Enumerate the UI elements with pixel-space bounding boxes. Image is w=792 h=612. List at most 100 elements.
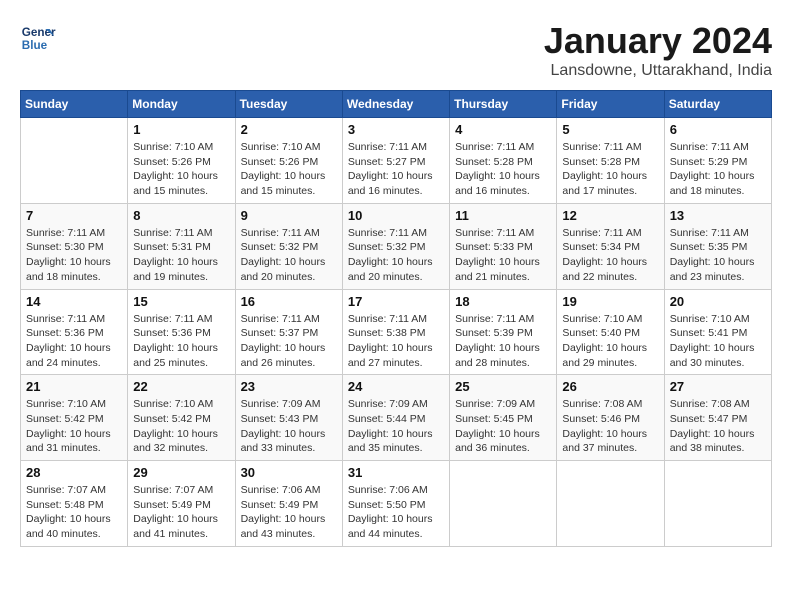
- weekday-header-cell: Saturday: [664, 91, 771, 118]
- calendar-cell: 17 Sunrise: 7:11 AM Sunset: 5:38 PM Dayli…: [342, 289, 449, 375]
- calendar-cell: 9 Sunrise: 7:11 AM Sunset: 5:32 PM Daylig…: [235, 203, 342, 289]
- day-number: 3: [348, 122, 444, 137]
- day-info: Sunrise: 7:11 AM Sunset: 5:32 PM Dayligh…: [348, 226, 444, 285]
- day-info: Sunrise: 7:11 AM Sunset: 5:33 PM Dayligh…: [455, 226, 551, 285]
- day-info: Sunrise: 7:11 AM Sunset: 5:27 PM Dayligh…: [348, 140, 444, 199]
- calendar-cell: 10 Sunrise: 7:11 AM Sunset: 5:32 PM Dayli…: [342, 203, 449, 289]
- day-info: Sunrise: 7:11 AM Sunset: 5:36 PM Dayligh…: [26, 312, 122, 371]
- day-number: 28: [26, 465, 122, 480]
- day-info: Sunrise: 7:11 AM Sunset: 5:38 PM Dayligh…: [348, 312, 444, 371]
- calendar-cell: 20Sunrise: 7:10 AM Sunset: 5:41 PM Dayli…: [664, 289, 771, 375]
- weekday-header-cell: Friday: [557, 91, 664, 118]
- calendar-cell: [664, 461, 771, 547]
- day-info: Sunrise: 7:10 AM Sunset: 5:42 PM Dayligh…: [133, 397, 229, 456]
- day-info: Sunrise: 7:11 AM Sunset: 5:36 PM Dayligh…: [133, 312, 229, 371]
- day-info: Sunrise: 7:09 AM Sunset: 5:45 PM Dayligh…: [455, 397, 551, 456]
- calendar-table: SundayMondayTuesdayWednesdayThursdayFrid…: [20, 90, 772, 547]
- calendar-cell: 5 Sunrise: 7:11 AM Sunset: 5:28 PM Daylig…: [557, 118, 664, 204]
- day-number: 25: [455, 379, 551, 394]
- weekday-header-cell: Monday: [128, 91, 235, 118]
- calendar-cell: 7Sunrise: 7:11 AM Sunset: 5:30 PM Daylig…: [21, 203, 128, 289]
- weekday-header-cell: Tuesday: [235, 91, 342, 118]
- calendar-cell: 11Sunrise: 7:11 AM Sunset: 5:33 PM Dayli…: [450, 203, 557, 289]
- title-block: January 2024 Lansdowne, Uttarakhand, Ind…: [544, 20, 772, 80]
- day-info: Sunrise: 7:11 AM Sunset: 5:31 PM Dayligh…: [133, 226, 229, 285]
- day-info: Sunrise: 7:11 AM Sunset: 5:29 PM Dayligh…: [670, 140, 766, 199]
- calendar-cell: 24 Sunrise: 7:09 AM Sunset: 5:44 PM Dayli…: [342, 375, 449, 461]
- calendar-cell: 19 Sunrise: 7:10 AM Sunset: 5:40 PM Dayli…: [557, 289, 664, 375]
- calendar-cell: 16Sunrise: 7:11 AM Sunset: 5:37 PM Dayli…: [235, 289, 342, 375]
- calendar-cell: 23Sunrise: 7:09 AM Sunset: 5:43 PM Dayli…: [235, 375, 342, 461]
- day-number: 4: [455, 122, 551, 137]
- day-number: 13: [670, 208, 766, 223]
- day-info: Sunrise: 7:11 AM Sunset: 5:37 PM Dayligh…: [241, 312, 337, 371]
- day-info: Sunrise: 7:09 AM Sunset: 5:44 PM Dayligh…: [348, 397, 444, 456]
- day-number: 8: [133, 208, 229, 223]
- logo-icon: General Blue: [20, 20, 56, 56]
- day-number: 23: [241, 379, 337, 394]
- day-info: Sunrise: 7:10 AM Sunset: 5:40 PM Dayligh…: [562, 312, 658, 371]
- calendar-cell: 31 Sunrise: 7:06 AM Sunset: 5:50 PM Dayli…: [342, 461, 449, 547]
- calendar-cell: 30 Sunrise: 7:06 AM Sunset: 5:49 PM Dayli…: [235, 461, 342, 547]
- calendar-cell: 29 Sunrise: 7:07 AM Sunset: 5:49 PM Dayli…: [128, 461, 235, 547]
- calendar-cell: 1Sunrise: 7:10 AM Sunset: 5:26 PM Daylig…: [128, 118, 235, 204]
- calendar-cell: 25 Sunrise: 7:09 AM Sunset: 5:45 PM Dayli…: [450, 375, 557, 461]
- calendar-cell: 15 Sunrise: 7:11 AM Sunset: 5:36 PM Dayli…: [128, 289, 235, 375]
- day-number: 19: [562, 294, 658, 309]
- calendar-cell: 27 Sunrise: 7:08 AM Sunset: 5:47 PM Dayli…: [664, 375, 771, 461]
- day-number: 1: [133, 122, 229, 137]
- calendar-cell: 28 Sunrise: 7:07 AM Sunset: 5:48 PM Dayli…: [21, 461, 128, 547]
- day-number: 10: [348, 208, 444, 223]
- day-info: Sunrise: 7:07 AM Sunset: 5:48 PM Dayligh…: [26, 483, 122, 542]
- calendar-week-row: 7Sunrise: 7:11 AM Sunset: 5:30 PM Daylig…: [21, 203, 772, 289]
- day-number: 17: [348, 294, 444, 309]
- day-info: Sunrise: 7:10 AM Sunset: 5:42 PM Dayligh…: [26, 397, 122, 456]
- day-number: 29: [133, 465, 229, 480]
- day-info: Sunrise: 7:08 AM Sunset: 5:46 PM Dayligh…: [562, 397, 658, 456]
- day-number: 27: [670, 379, 766, 394]
- calendar-cell: 21 Sunrise: 7:10 AM Sunset: 5:42 PM Dayli…: [21, 375, 128, 461]
- day-info: Sunrise: 7:11 AM Sunset: 5:30 PM Dayligh…: [26, 226, 122, 285]
- day-number: 15: [133, 294, 229, 309]
- calendar-cell: 4 Sunrise: 7:11 AM Sunset: 5:28 PM Daylig…: [450, 118, 557, 204]
- day-number: 31: [348, 465, 444, 480]
- day-info: Sunrise: 7:06 AM Sunset: 5:49 PM Dayligh…: [241, 483, 337, 542]
- calendar-body: 1Sunrise: 7:10 AM Sunset: 5:26 PM Daylig…: [21, 118, 772, 547]
- weekday-header-cell: Thursday: [450, 91, 557, 118]
- month-title: January 2024: [544, 20, 772, 62]
- day-info: Sunrise: 7:10 AM Sunset: 5:41 PM Dayligh…: [670, 312, 766, 371]
- day-number: 26: [562, 379, 658, 394]
- day-info: Sunrise: 7:11 AM Sunset: 5:28 PM Dayligh…: [455, 140, 551, 199]
- calendar-cell: [557, 461, 664, 547]
- day-number: 9: [241, 208, 337, 223]
- day-number: 6: [670, 122, 766, 137]
- day-number: 5: [562, 122, 658, 137]
- logo: General Blue: [20, 20, 56, 56]
- weekday-header-cell: Wednesday: [342, 91, 449, 118]
- calendar-cell: 13 Sunrise: 7:11 AM Sunset: 5:35 PM Dayli…: [664, 203, 771, 289]
- day-number: 24: [348, 379, 444, 394]
- calendar-cell: 18 Sunrise: 7:11 AM Sunset: 5:39 PM Dayli…: [450, 289, 557, 375]
- day-number: 22: [133, 379, 229, 394]
- calendar-week-row: 28 Sunrise: 7:07 AM Sunset: 5:48 PM Dayli…: [21, 461, 772, 547]
- day-info: Sunrise: 7:08 AM Sunset: 5:47 PM Dayligh…: [670, 397, 766, 456]
- location-title: Lansdowne, Uttarakhand, India: [544, 62, 772, 80]
- calendar-cell: 26 Sunrise: 7:08 AM Sunset: 5:46 PM Dayli…: [557, 375, 664, 461]
- day-info: Sunrise: 7:11 AM Sunset: 5:39 PM Dayligh…: [455, 312, 551, 371]
- day-info: Sunrise: 7:06 AM Sunset: 5:50 PM Dayligh…: [348, 483, 444, 542]
- calendar-week-row: 14Sunrise: 7:11 AM Sunset: 5:36 PM Dayli…: [21, 289, 772, 375]
- svg-text:Blue: Blue: [22, 39, 48, 52]
- day-number: 30: [241, 465, 337, 480]
- day-info: Sunrise: 7:11 AM Sunset: 5:35 PM Dayligh…: [670, 226, 766, 285]
- day-number: 18: [455, 294, 551, 309]
- calendar-cell: 8 Sunrise: 7:11 AM Sunset: 5:31 PM Daylig…: [128, 203, 235, 289]
- day-number: 21: [26, 379, 122, 394]
- calendar-cell: 14Sunrise: 7:11 AM Sunset: 5:36 PM Dayli…: [21, 289, 128, 375]
- day-info: Sunrise: 7:11 AM Sunset: 5:28 PM Dayligh…: [562, 140, 658, 199]
- calendar-cell: 22 Sunrise: 7:10 AM Sunset: 5:42 PM Dayli…: [128, 375, 235, 461]
- calendar-week-row: 21 Sunrise: 7:10 AM Sunset: 5:42 PM Dayli…: [21, 375, 772, 461]
- day-number: 2: [241, 122, 337, 137]
- day-info: Sunrise: 7:07 AM Sunset: 5:49 PM Dayligh…: [133, 483, 229, 542]
- page-header: General Blue January 2024 Lansdowne, Utt…: [20, 20, 772, 80]
- day-info: Sunrise: 7:11 AM Sunset: 5:32 PM Dayligh…: [241, 226, 337, 285]
